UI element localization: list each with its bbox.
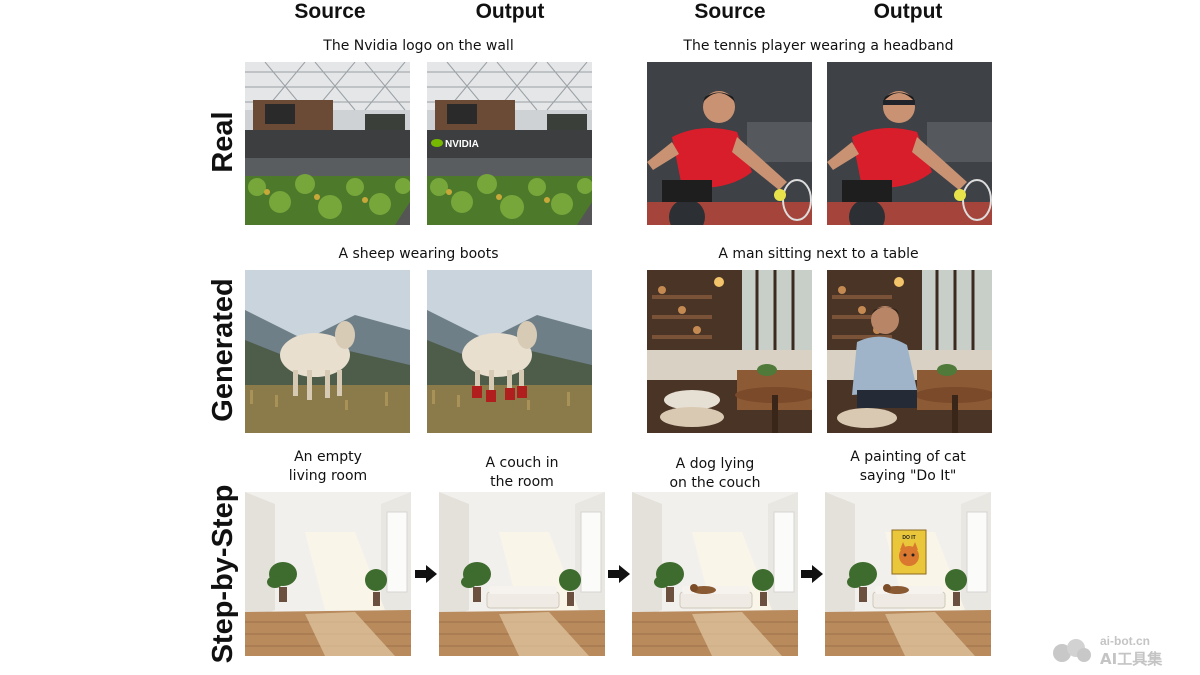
column-header-output-2: Output	[873, 0, 943, 23]
sheep-source-image	[245, 270, 410, 433]
caption-step3: A dog lying on the couch	[632, 455, 798, 493]
watermark-title: AI工具集	[1100, 650, 1163, 668]
caption-step3-line1: A dog lying	[675, 456, 755, 472]
caption-sheep: A sheep wearing boots	[338, 246, 499, 262]
right-arrow-icon	[608, 565, 630, 583]
caption-step3-line2: on the couch	[669, 475, 761, 491]
nvidia-logo-text: NVIDIA	[445, 139, 479, 150]
cafe-source-image	[647, 270, 812, 433]
caption-step2: A couch in the room	[439, 454, 605, 492]
caption-step4: A painting of cat saying "Do It"	[825, 448, 991, 486]
row-label-generated: Generated	[207, 278, 239, 422]
row-label-step-by-step: Step-by-Step	[207, 484, 239, 664]
caption-step4-line2: saying "Do It"	[859, 468, 957, 484]
caption-tennis: The tennis player wearing a headband	[683, 38, 954, 54]
right-arrow-icon	[415, 565, 437, 583]
tennis-output-image	[827, 62, 992, 225]
caption-step2-line1: A couch in	[485, 455, 559, 471]
room-step4-image: DO IT	[825, 492, 991, 656]
sheep-output-image	[427, 270, 592, 433]
row-label-real: Real	[207, 111, 239, 173]
tennis-source-image	[647, 62, 812, 225]
room-step2-image	[439, 492, 605, 656]
right-arrow-icon	[801, 565, 823, 583]
nvidia-source-image	[245, 62, 410, 225]
caption-step1-line1: An empty	[294, 449, 362, 465]
watermark-domain: ai-bot.cn	[1100, 634, 1150, 648]
caption-man-table: A man sitting next to a table	[718, 246, 919, 262]
ai-bot-logo-icon	[1053, 639, 1091, 662]
caption-step1: An empty living room	[245, 448, 411, 486]
cafe-output-image	[827, 270, 992, 433]
column-header-output-1: Output	[475, 0, 545, 23]
column-header-source-2: Source	[694, 0, 766, 23]
room-step3-image	[632, 492, 798, 656]
column-header-source-1: Source	[294, 0, 366, 23]
caption-step1-line2: living room	[288, 468, 368, 484]
watermark: ai-bot.cn AI工具集	[1050, 634, 1190, 668]
room-step1-image	[245, 492, 411, 656]
painting-text: DO IT	[902, 535, 915, 541]
caption-step2-line2: the room	[490, 474, 554, 490]
caption-nvidia: The Nvidia logo on the wall	[323, 38, 514, 54]
caption-step4-line1: A painting of cat	[850, 449, 966, 465]
nvidia-output-image: NVIDIA	[427, 62, 592, 225]
